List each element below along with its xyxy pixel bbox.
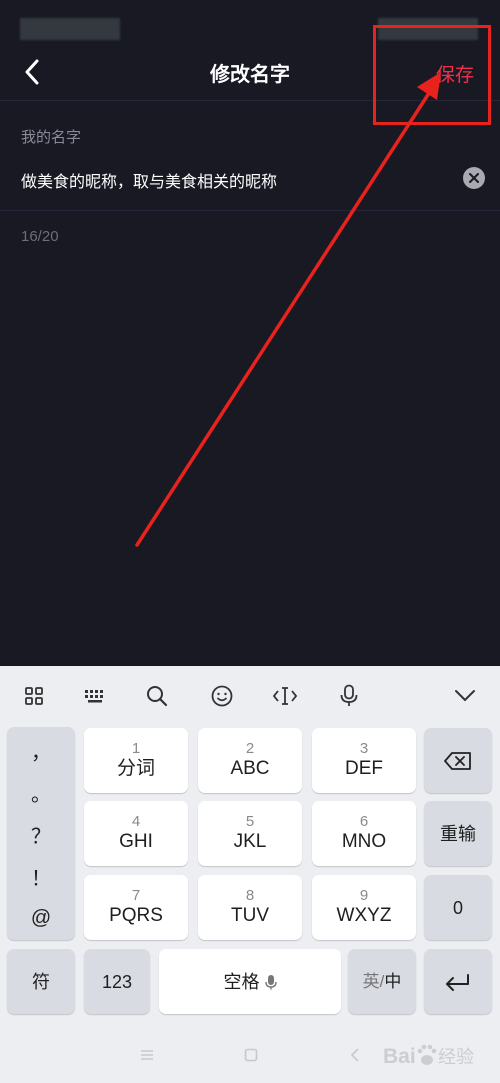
space-key[interactable]: 空格 <box>159 949 341 1014</box>
grid-icon[interactable] <box>21 683 47 709</box>
key-2[interactable]: 2 ABC <box>198 728 302 793</box>
reenter-key[interactable]: 重输 <box>424 801 492 866</box>
watermark: Bai 经验 <box>383 1033 495 1077</box>
punct-at-key[interactable]: @ <box>7 897 75 939</box>
keyboard-toolbar <box>0 666 500 726</box>
paw-icon <box>417 1044 437 1065</box>
watermark-suffix-text: 经验 <box>438 1047 474 1068</box>
punct-comma-key[interactable]: ， <box>7 729 75 771</box>
key-7[interactable]: 7 PQRS <box>84 875 188 940</box>
punctuation-column: ， 。 ？ ！ @ <box>7 727 75 940</box>
key-9[interactable]: 9 WXYZ <box>312 875 416 940</box>
enter-key[interactable] <box>424 949 492 1014</box>
enter-icon <box>446 973 469 991</box>
key-1[interactable]: 1 分词 <box>84 728 188 793</box>
punct-exclaim-key[interactable]: ！ <box>7 855 75 897</box>
emoji-icon[interactable] <box>209 683 235 709</box>
punct-period-key[interactable]: 。 <box>7 771 75 813</box>
search-icon[interactable] <box>144 683 170 709</box>
chevron-down-icon[interactable] <box>452 683 478 709</box>
backspace-icon <box>444 751 471 770</box>
home-icon[interactable] <box>244 1048 258 1062</box>
menu-icon[interactable] <box>140 1048 154 1062</box>
key-6[interactable]: 6 MNO <box>312 801 416 866</box>
watermark-brand-text: Bai <box>383 1045 416 1068</box>
key-4[interactable]: 4 GHI <box>84 801 188 866</box>
symbol-key[interactable]: 符 <box>7 949 75 1014</box>
numeric-key[interactable]: 123 <box>84 949 150 1014</box>
microphone-icon[interactable] <box>336 683 362 709</box>
key-8[interactable]: 8 TUV <box>198 875 302 940</box>
annotation-arrow <box>135 72 441 547</box>
nav-back-icon[interactable] <box>350 1048 360 1062</box>
cursor-icon[interactable] <box>272 683 298 709</box>
backspace-key[interactable] <box>424 728 492 793</box>
punct-question-key[interactable]: ？ <box>7 813 75 855</box>
zero-key[interactable]: 0 <box>424 875 492 940</box>
key-3[interactable]: 3 DEF <box>312 728 416 793</box>
key-5[interactable]: 5 JKL <box>198 801 302 866</box>
microphone-small-icon <box>264 974 277 989</box>
keyboard-icon[interactable] <box>82 683 108 709</box>
language-switch-key[interactable]: 英 / 中 <box>348 949 416 1014</box>
